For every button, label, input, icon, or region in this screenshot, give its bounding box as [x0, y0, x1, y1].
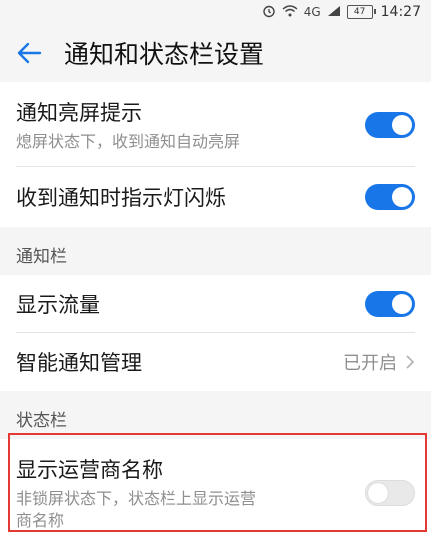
status-icons: 4G 47 [262, 4, 376, 20]
wifi-icon [282, 5, 298, 19]
row-wake-screen[interactable]: 通知亮屏提示 熄屏状态下，收到通知自动亮屏 [0, 82, 431, 167]
carrier-name-toggle[interactable] [365, 479, 415, 506]
row-title: 智能通知管理 [16, 351, 142, 375]
chevron-right-icon [406, 355, 415, 369]
row-texts: 显示运营商名称 非锁屏状态下，状态栏上显示运营 商名称 [16, 454, 256, 532]
led-flash-toggle[interactable] [365, 184, 415, 210]
network-type-label: 4G [303, 5, 321, 19]
page-title: 通知和状态栏设置 [64, 40, 265, 69]
row-title: 收到通知时指示灯闪烁 [16, 186, 226, 210]
alarm-icon [262, 4, 276, 20]
row-subtitle-line-1: 非锁屏状态下，状态栏上显示运营 [16, 488, 257, 508]
wake-screen-toggle[interactable] [365, 111, 415, 138]
toggle-knob [368, 482, 388, 503]
row-show-traffic[interactable]: 显示流量 [0, 275, 431, 333]
back-arrow-icon [17, 42, 42, 64]
row-title: 显示运营商名称 [16, 457, 163, 482]
show-traffic-toggle[interactable] [365, 291, 415, 317]
status-bar: 4G 47 14:27 [0, 0, 431, 24]
section-header-notification-bar: 通知栏 [0, 227, 431, 275]
battery-icon: 47 [346, 5, 376, 19]
battery-level: 47 [353, 7, 366, 17]
back-button[interactable] [16, 39, 44, 67]
row-subtitle-line-2: 商名称 [16, 510, 65, 530]
row-led-flash[interactable]: 收到通知时指示灯闪烁 [0, 167, 431, 227]
row-subtitle: 熄屏状态下，收到通知自动亮屏 [16, 131, 241, 151]
row-title: 通知亮屏提示 [16, 100, 142, 125]
row-carrier-name[interactable]: 显示运营商名称 非锁屏状态下，状态栏上显示运营 商名称 [0, 439, 431, 546]
toggle-knob [392, 187, 412, 207]
row-smart-notify[interactable]: 智能通知管理 已开启 [0, 333, 431, 391]
row-title: 显示流量 [16, 293, 100, 317]
app-header: 通知和状态栏设置 [0, 24, 431, 82]
toggle-knob [392, 114, 412, 135]
status-time: 14:27 [380, 4, 421, 20]
row-texts: 通知亮屏提示 熄屏状态下，收到通知自动亮屏 [16, 97, 240, 153]
row-value-wrap: 已开启 [343, 349, 415, 375]
settings-list: 通知亮屏提示 熄屏状态下，收到通知自动亮屏 收到通知时指示灯闪烁 通知栏 显示流… [0, 82, 431, 546]
smart-notify-status: 已开启 [343, 353, 397, 374]
section-header-status-bar: 状态栏 [0, 391, 431, 439]
signal-icon [327, 5, 341, 19]
toggle-knob [392, 294, 412, 314]
